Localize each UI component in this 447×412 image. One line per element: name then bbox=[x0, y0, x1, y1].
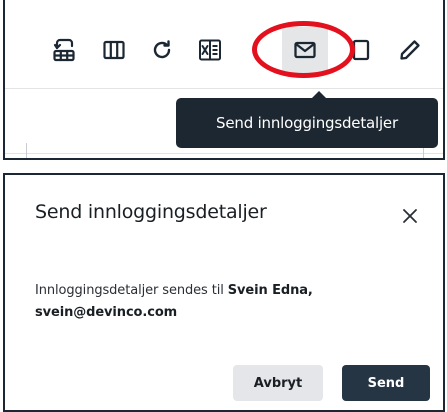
grid-divider bbox=[5, 153, 443, 154]
columns-button[interactable] bbox=[92, 28, 136, 72]
grid-column-line bbox=[26, 143, 27, 158]
dialog-message: Innloggingsdetaljer sendes til Svein Edn… bbox=[35, 280, 430, 324]
copy-icon bbox=[352, 39, 370, 61]
recipient-separator: , bbox=[307, 283, 313, 298]
excel-export-button[interactable] bbox=[188, 28, 232, 72]
table-restore-icon bbox=[53, 38, 75, 62]
tooltip: Send innloggingsdetaljer bbox=[176, 91, 438, 148]
message-prefix: Innloggingsdetaljer sendes til bbox=[35, 283, 228, 298]
tooltip-text: Send innloggingsdetaljer bbox=[216, 114, 398, 132]
close-icon bbox=[403, 209, 417, 223]
columns-icon bbox=[103, 40, 125, 60]
excel-export-icon bbox=[199, 39, 221, 61]
send-login-details-button[interactable] bbox=[282, 27, 328, 73]
copy-button[interactable] bbox=[339, 28, 383, 72]
grid-divider bbox=[5, 88, 443, 89]
mail-icon bbox=[294, 41, 316, 59]
dialog-title: Send innloggingsdetaljer bbox=[35, 201, 267, 223]
refresh-icon bbox=[153, 40, 171, 59]
toolbar-panel: Send innloggingsdetaljer bbox=[3, 0, 445, 160]
send-button[interactable]: Send bbox=[342, 365, 430, 401]
recipient-email: svein@devinco.com bbox=[35, 305, 178, 320]
table-restore-button[interactable] bbox=[42, 28, 86, 72]
cancel-button[interactable]: Avbryt bbox=[233, 365, 323, 401]
pencil-icon bbox=[400, 40, 420, 60]
recipient-name: Svein Edna bbox=[227, 283, 308, 298]
edit-button[interactable] bbox=[388, 28, 432, 72]
close-button[interactable] bbox=[399, 205, 421, 227]
send-login-dialog: Send innloggingsdetaljer Innloggingsdeta… bbox=[3, 173, 445, 412]
toolbar bbox=[5, 0, 443, 88]
refresh-button[interactable] bbox=[140, 28, 184, 72]
